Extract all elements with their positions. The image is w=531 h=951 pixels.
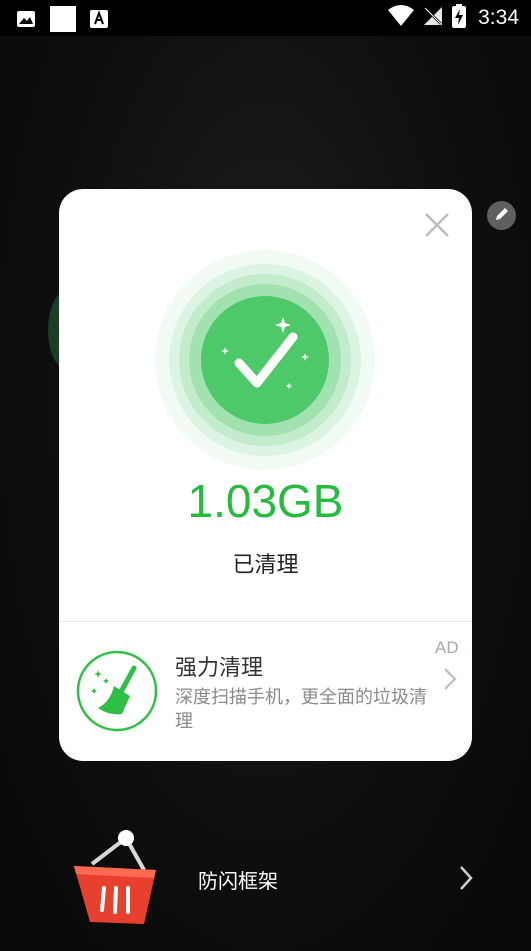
status-bar: 3:34 [0, 0, 531, 36]
clean-result-dialog: 1.03GB 已清理 强力清理 深度扫描手机，更全面的垃圾清理 AD [59, 189, 472, 761]
ad-badge: AD [435, 638, 459, 657]
close-icon [423, 213, 451, 243]
ad-title: 强力清理 [175, 656, 264, 681]
square-icon [50, 6, 76, 36]
ad-description: 深度扫描手机，更全面的垃圾清理 [175, 687, 427, 732]
no-sim-icon [422, 5, 444, 31]
edit-button[interactable] [487, 201, 516, 230]
broom-icon [76, 650, 158, 732]
ad-card[interactable]: 强力清理 深度扫描手机，更全面的垃圾清理 AD [59, 622, 472, 761]
basket-icon [70, 830, 162, 934]
cleaned-status: 已清理 [232, 553, 299, 578]
close-button[interactable] [423, 211, 451, 239]
feature-row-label: 防闪框架 [198, 869, 278, 893]
feature-row[interactable]: 防闪框架 [0, 825, 531, 935]
chevron-right-icon [458, 865, 474, 895]
cleaned-amount: 1.03GB [187, 475, 344, 527]
wifi-icon [388, 5, 415, 31]
font-icon [90, 10, 108, 32]
image-icon [16, 10, 36, 32]
chevron-right-icon [443, 667, 457, 695]
status-time: 3:34 [478, 6, 519, 29]
battery-charging-icon [452, 4, 467, 32]
checkmark-icon [217, 313, 313, 413]
pencil-icon [494, 206, 510, 226]
